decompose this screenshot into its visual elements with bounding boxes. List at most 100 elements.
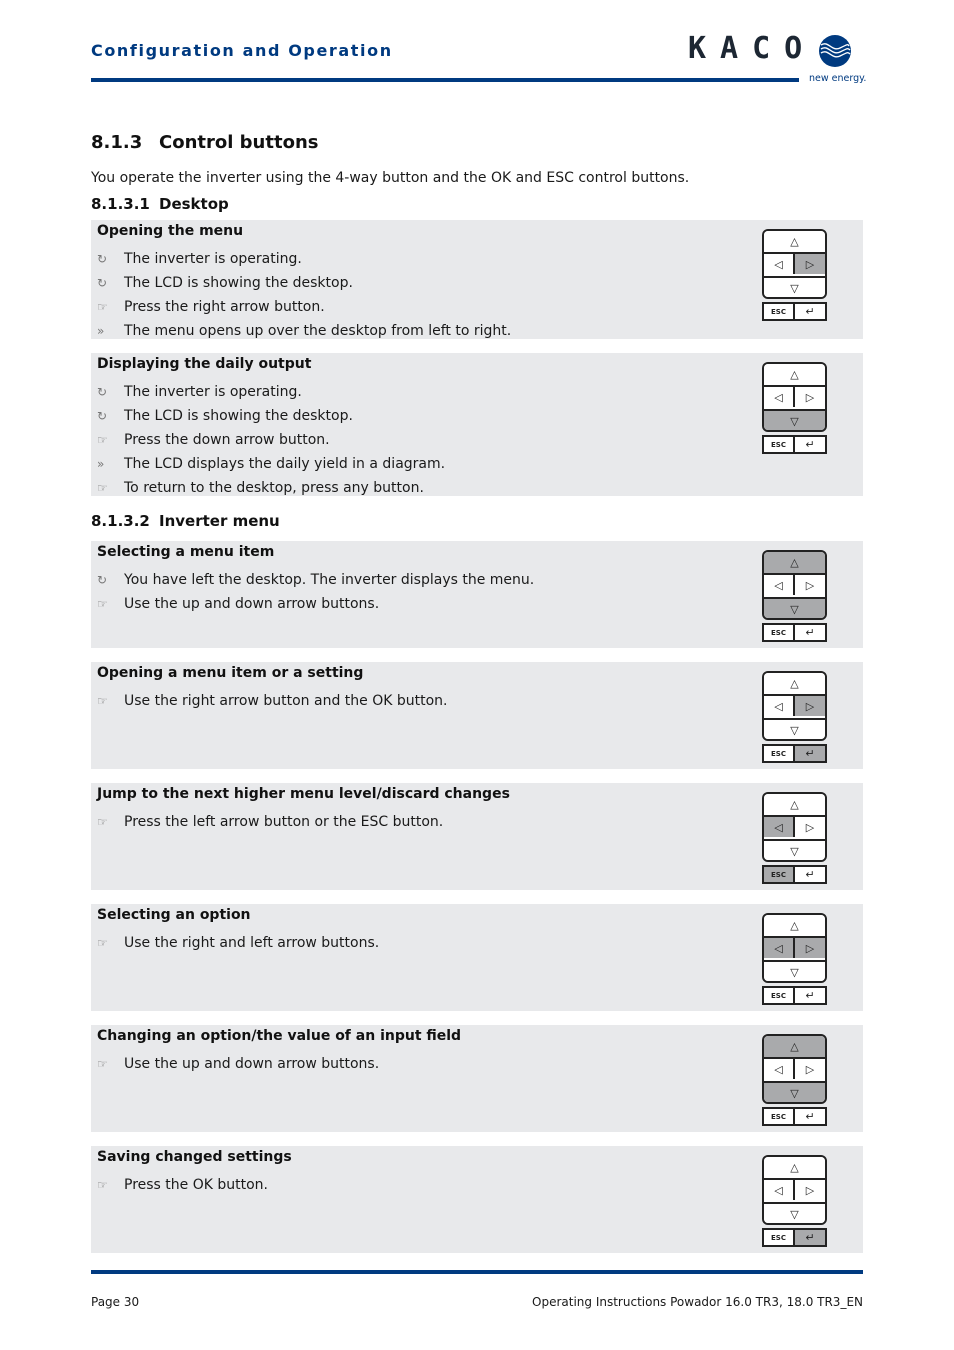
enter-ok-icon: ↵ <box>795 988 825 1003</box>
instruction-box: Selecting a menu item ↻ You have left the … <box>91 541 863 648</box>
esc-button-icon: ESC <box>764 988 795 1003</box>
subsection-number: 8.1.3.2 <box>91 512 150 530</box>
four-way-button: △ ◁ ▷ ▽ <box>762 792 827 862</box>
enter-ok-icon: ↵ <box>795 1109 825 1124</box>
up-arrow-icon: △ <box>764 364 825 387</box>
left-arrow-icon: ◁ <box>764 938 795 958</box>
right-arrow-icon: ▷ <box>795 254 825 274</box>
result-icon: » <box>97 324 105 338</box>
esc-button-icon: ESC <box>764 437 795 452</box>
section-heading: 8.1.3 Control buttons <box>91 132 318 153</box>
four-way-button: △ ◁ ▷ ▽ <box>762 671 827 741</box>
precondition-icon: ↻ <box>97 252 108 266</box>
enter-ok-icon: ↵ <box>795 867 825 882</box>
instruction-step: ↻ The LCD is showing the desktop. <box>97 404 445 428</box>
right-arrow-icon: ▷ <box>795 696 825 716</box>
instruction-step: ☞ To return to the desktop, press any but… <box>97 476 445 500</box>
left-arrow-icon: ◁ <box>764 1180 795 1200</box>
esc-button-icon: ESC <box>764 746 795 761</box>
down-arrow-icon: ▽ <box>764 276 825 297</box>
four-way-button: △ ◁ ▷ ▽ <box>762 1155 827 1225</box>
esc-ok-buttons: ESC ↵ <box>762 435 827 454</box>
logo-tagline: new energy. <box>809 73 867 84</box>
keypad-diagram: △ ◁ ▷ ▽ ESC ↵ <box>762 1034 827 1126</box>
right-arrow-icon: ▷ <box>795 387 825 407</box>
up-arrow-icon: △ <box>764 673 825 696</box>
left-arrow-icon: ◁ <box>764 254 795 274</box>
action-icon: ☞ <box>97 1178 108 1192</box>
left-arrow-icon: ◁ <box>764 696 795 716</box>
instruction-box: Opening the menu ↻ The inverter is operati… <box>91 220 863 339</box>
instruction-box: Opening a menu item or a setting ☞ Use the… <box>91 662 863 769</box>
subsection-title: Desktop <box>159 195 229 213</box>
instruction-step: ☞ Press the right arrow button. <box>97 295 511 319</box>
section-title: Control buttons <box>159 132 319 153</box>
instruction-step: ☞ Use the right arrow button and the OK b… <box>97 689 448 713</box>
left-arrow-icon: ◁ <box>764 817 795 837</box>
four-way-button: △ ◁ ▷ ▽ <box>762 229 827 299</box>
instruction-steps: ↻ The inverter is operating. ↻ The LCD is s… <box>97 247 511 343</box>
step-text: Use the right and left arrow buttons. <box>124 935 380 951</box>
instruction-steps: ↻ The inverter is operating. ↻ The LCD is s… <box>97 380 445 500</box>
esc-ok-buttons: ESC ↵ <box>762 1228 827 1247</box>
step-text: The LCD is showing the desktop. <box>124 275 353 291</box>
precondition-icon: ↻ <box>97 573 108 587</box>
instruction-box: Jump to the next higher menu level/disca… <box>91 783 863 890</box>
instruction-step: ↻ You have left the desktop. The inverter… <box>97 568 534 592</box>
action-icon: ☞ <box>97 936 108 950</box>
right-arrow-icon: ▷ <box>795 575 825 595</box>
keypad-diagram: △ ◁ ▷ ▽ ESC ↵ <box>762 362 827 454</box>
instruction-title: Selecting a menu item <box>97 544 275 560</box>
enter-ok-icon: ↵ <box>795 625 825 640</box>
enter-ok-icon: ↵ <box>795 746 825 761</box>
instruction-step: ☞ Use the up and down arrow buttons. <box>97 1052 379 1076</box>
up-arrow-icon: △ <box>764 915 825 938</box>
step-text: To return to the desktop, press any butt… <box>124 480 424 496</box>
left-arrow-icon: ◁ <box>764 1059 795 1079</box>
action-icon: ☞ <box>97 815 108 829</box>
esc-ok-buttons: ESC ↵ <box>762 1107 827 1126</box>
up-arrow-icon: △ <box>764 1157 825 1180</box>
down-arrow-icon: ▽ <box>764 839 825 860</box>
result-icon: » <box>97 457 105 471</box>
precondition-icon: ↻ <box>97 409 108 423</box>
up-arrow-icon: △ <box>764 794 825 817</box>
instruction-title: Opening the menu <box>97 223 244 239</box>
keypad-diagram: △ ◁ ▷ ▽ ESC ↵ <box>762 792 827 884</box>
instruction-steps: ↻ You have left the desktop. The inverter… <box>97 568 534 616</box>
down-arrow-icon: ▽ <box>764 1081 825 1102</box>
enter-ok-icon: ↵ <box>795 304 825 319</box>
precondition-icon: ↻ <box>97 276 108 290</box>
esc-button-icon: ESC <box>764 867 795 882</box>
esc-button-icon: ESC <box>764 625 795 640</box>
page-number: Page 30 <box>91 1295 140 1309</box>
esc-ok-buttons: ESC ↵ <box>762 865 827 884</box>
enter-ok-icon: ↵ <box>795 1230 825 1245</box>
left-arrow-icon: ◁ <box>764 575 795 595</box>
four-way-button: △ ◁ ▷ ▽ <box>762 913 827 983</box>
instruction-step: ☞ Use the right and left arrow buttons. <box>97 931 379 955</box>
instruction-title: Changing an option/the value of an input… <box>97 1028 462 1044</box>
keypad-diagram: △ ◁ ▷ ▽ ESC ↵ <box>762 671 827 763</box>
up-arrow-icon: △ <box>764 231 825 254</box>
instruction-box: Saving changed settings ☞ Press the OK but… <box>91 1146 863 1253</box>
left-arrow-icon: ◁ <box>764 387 795 407</box>
esc-ok-buttons: ESC ↵ <box>762 302 827 321</box>
section-number: 8.1.3 <box>91 132 143 153</box>
subsection-heading-inverter-menu: 8.1.3.2 Inverter menu <box>91 512 280 530</box>
instruction-steps: ☞ Use the right and left arrow buttons. <box>97 931 379 955</box>
step-text: Use the up and down arrow buttons. <box>124 1056 380 1072</box>
down-arrow-icon: ▽ <box>764 597 825 618</box>
action-icon: ☞ <box>97 433 108 447</box>
instruction-title: Selecting an option <box>97 907 251 923</box>
step-text: Use the up and down arrow buttons. <box>124 596 380 612</box>
action-icon: ☞ <box>97 694 108 708</box>
section-intro: You operate the inverter using the 4-way… <box>91 170 690 186</box>
instruction-step: ↻ The inverter is operating. <box>97 380 445 404</box>
instruction-step: ☞ Press the down arrow button. <box>97 428 445 452</box>
right-arrow-icon: ▷ <box>795 938 825 958</box>
step-text: The LCD is showing the desktop. <box>124 408 353 424</box>
instruction-step: ↻ The LCD is showing the desktop. <box>97 271 511 295</box>
keypad-diagram: △ ◁ ▷ ▽ ESC ↵ <box>762 913 827 1005</box>
action-icon: ☞ <box>97 597 108 611</box>
